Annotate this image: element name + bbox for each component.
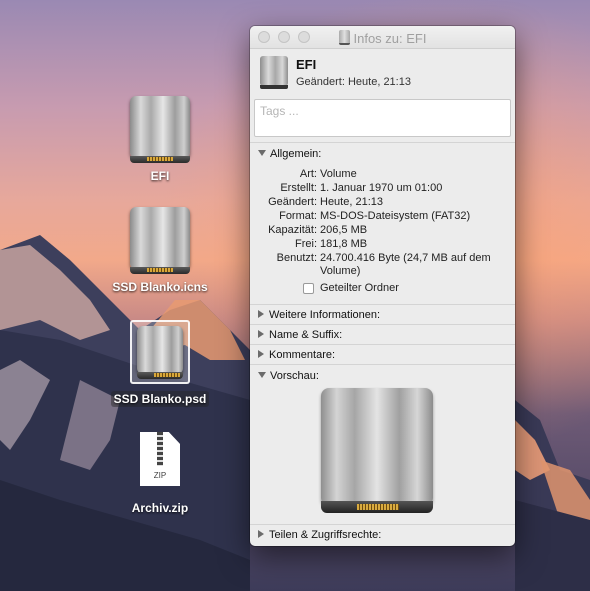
desktop-icon-archiv-zip[interactable]: ZIP Archiv.zip [105,432,215,516]
section-comments-toggle[interactable]: Kommentare: [258,349,335,361]
disclosure-triangle-right-icon [258,530,264,538]
drive-icon [130,96,190,163]
window-titlebar[interactable]: Infos zu: EFI [250,26,515,49]
item-name: EFI [296,57,317,72]
section-name-suffix: Name & Suffix: [250,324,515,345]
disclosure-triangle-down-icon [258,372,266,378]
desktop-icon-label: Archiv.zip [131,501,189,515]
desktop-icon-ssd-blanko-icns[interactable]: SSD Blanko.icns [105,207,215,295]
section-more-info-toggle[interactable]: Weitere Informationen: [258,309,380,321]
window-title: Infos zu: EFI [250,30,515,46]
disclosure-triangle-right-icon [258,350,264,358]
desktop-icon-ssd-blanko-psd[interactable]: SSD Blanko.psd [105,320,215,407]
drive-icon [260,56,288,89]
section-comments: Kommentare: [250,344,515,365]
desktop-icon-label: EFI [150,169,170,183]
info-label: Frei: [295,238,317,250]
section-general: Allgemein: Art: Volume Erstellt: 1. Janu… [250,142,515,305]
info-label: Geändert: [268,196,317,208]
selection-frame [130,320,190,384]
drive-icon [130,207,190,274]
drive-icon [137,326,183,379]
info-value: 206,5 MB [320,224,368,236]
desktop-icon-efi[interactable]: EFI [105,96,215,184]
shared-folder-checkbox[interactable] [303,283,314,294]
preview-drive-image [321,388,433,506]
info-header: EFI Geändert: Heute, 21:13 [250,49,515,97]
section-comments-label: Kommentare: [269,349,336,361]
info-window: Infos zu: EFI EFI Geändert: Heute, 21:13… [250,26,515,546]
info-value: 1. Januar 1970 um 01:00 [320,182,443,194]
item-modified: Geändert: Heute, 21:13 [296,76,411,88]
drive-icon [338,30,350,45]
disclosure-triangle-down-icon [258,150,266,156]
section-name-suffix-toggle[interactable]: Name & Suffix: [258,329,342,341]
section-more-info-label: Weitere Informationen: [269,309,381,321]
section-name-suffix-label: Name & Suffix: [269,329,343,341]
disclosure-triangle-right-icon [258,310,264,318]
info-value: Volume [320,168,357,180]
section-preview-label: Vorschau: [270,370,319,382]
section-sharing: Teilen & Zugriffsrechte: [250,524,515,546]
window-title-text: Infos zu: EFI [353,31,427,46]
zip-tag: ZIP [153,471,167,480]
info-value: 181,8 MB [320,238,368,250]
section-sharing-label: Teilen & Zugriffsrechte: [269,529,382,541]
desktop-icon-label: SSD Blanko.icns [112,280,208,294]
tags-placeholder: Tags ... [260,104,299,118]
section-general-label: Allgemein: [270,148,322,160]
disclosure-triangle-right-icon [258,330,264,338]
info-label: Art: [299,168,317,180]
info-value: MS-DOS-Dateisystem (FAT32) [320,210,471,222]
info-label: Benutzt: [276,252,317,264]
zip-archive-icon: ZIP [140,432,180,486]
info-label: Format: [279,210,317,222]
info-value: 24.700.416 Byte (24,7 MB auf dem Volume) [320,252,491,277]
tags-input[interactable]: Tags ... [254,99,511,137]
info-value: Heute, 21:13 [320,196,383,208]
section-preview-toggle[interactable]: Vorschau: [258,370,319,382]
shared-folder-label: Geteilter Ordner [320,282,399,294]
section-general-toggle[interactable]: Allgemein: [258,148,321,160]
info-label: Kapazität: [268,224,317,236]
section-sharing-toggle[interactable]: Teilen & Zugriffsrechte: [258,529,381,541]
section-more-info: Weitere Informationen: [250,304,515,325]
preview-drive-connector [321,501,433,513]
desktop-icon-label: SSD Blanko.psd [110,391,210,407]
info-label: Erstellt: [280,182,317,194]
